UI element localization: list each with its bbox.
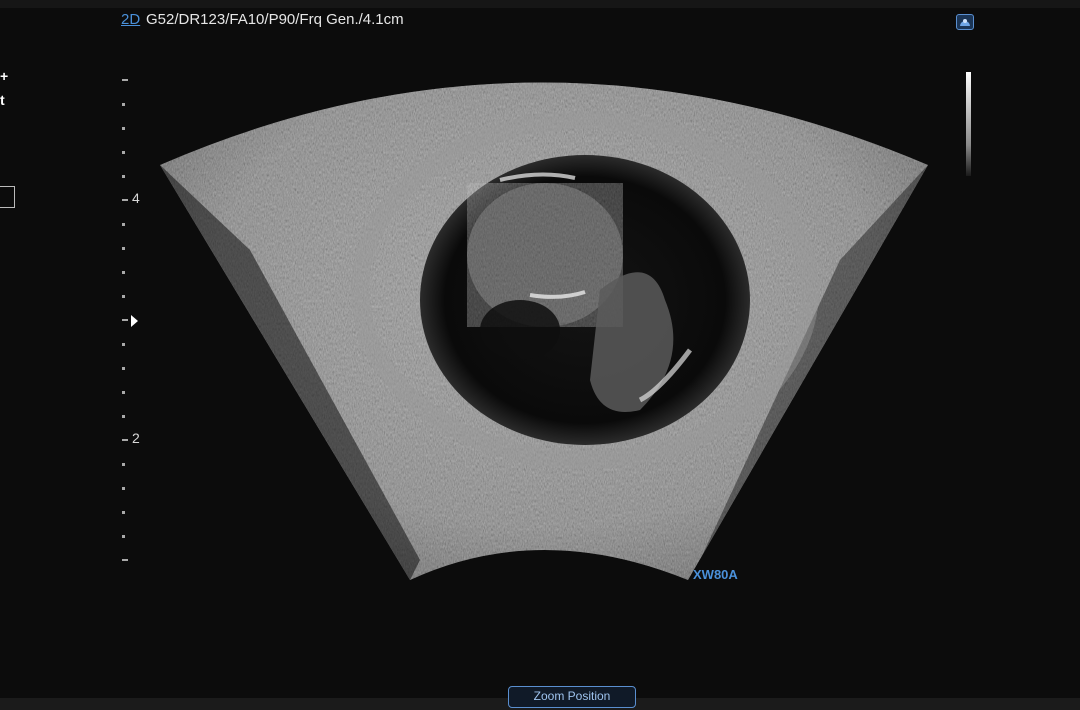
zoom-position-button[interactable]: Zoom Position <box>508 686 636 708</box>
probe-name-label: XW80A <box>693 567 738 582</box>
ultrasound-image[interactable] <box>0 0 1080 710</box>
